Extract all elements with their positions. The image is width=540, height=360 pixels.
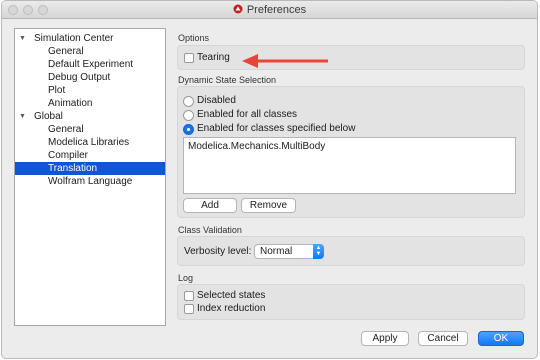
- tree-item-label: Modelica Libraries: [48, 137, 130, 148]
- tree-item-label: Plot: [48, 85, 66, 96]
- disclosure-triangle-icon[interactable]: ▼: [19, 110, 26, 123]
- tree-item-label: Global: [34, 111, 63, 122]
- radio-enabled-specified-label: Enabled for classes specified below: [197, 123, 356, 134]
- tree-item-compiler[interactable]: Compiler: [15, 149, 165, 162]
- radio-disabled[interactable]: [183, 96, 194, 107]
- preferences-window: Preferences ▼ Simulation Center General …: [1, 0, 538, 359]
- ok-button[interactable]: OK: [478, 331, 524, 346]
- log-section-label: Log: [178, 273, 194, 283]
- tree-item-default-experiment[interactable]: Default Experiment: [15, 58, 165, 71]
- tree-item-modelica-libraries[interactable]: Modelica Libraries: [15, 136, 165, 149]
- verbosity-value: Normal: [260, 246, 293, 257]
- tree-item-label: Default Experiment: [48, 59, 134, 70]
- tearing-checkbox[interactable]: [184, 53, 194, 63]
- cancel-button[interactable]: Cancel: [418, 331, 468, 346]
- class-validation-section-label: Class Validation: [178, 225, 242, 235]
- tree-item-sim-general[interactable]: General: [15, 45, 165, 58]
- annotation-arrow-icon: [242, 54, 328, 68]
- preferences-tree[interactable]: ▼ Simulation Center General Default Expe…: [14, 28, 166, 326]
- tree-item-label: General: [48, 46, 84, 57]
- tearing-label: Tearing: [197, 52, 230, 63]
- selected-states-label: Selected states: [197, 290, 266, 301]
- window-title: Preferences: [246, 4, 307, 16]
- tree-item-simulation-center[interactable]: ▼ Simulation Center: [15, 32, 165, 45]
- tree-item-plot[interactable]: Plot: [15, 84, 165, 97]
- index-reduction-label: Index reduction: [197, 303, 266, 314]
- tree-item-animation[interactable]: Animation: [15, 97, 165, 110]
- apply-button[interactable]: Apply: [361, 331, 409, 346]
- tree-item-translation[interactable]: Translation: [15, 162, 165, 175]
- add-class-button[interactable]: Add: [183, 198, 237, 213]
- radio-disabled-label: Disabled: [197, 95, 236, 106]
- options-section-label: Options: [178, 33, 210, 43]
- radio-enabled-all[interactable]: [183, 110, 194, 121]
- radio-enabled-specified[interactable]: [183, 124, 194, 135]
- selected-states-checkbox[interactable]: [184, 291, 194, 301]
- tree-item-label: General: [48, 124, 84, 135]
- tree-item-label: Compiler: [48, 150, 89, 161]
- tree-item-global[interactable]: ▼ Global: [15, 110, 165, 123]
- index-reduction-checkbox[interactable]: [184, 304, 194, 314]
- tree-item-debug-output[interactable]: Debug Output: [15, 71, 165, 84]
- tree-item-label: Wolfram Language: [48, 176, 133, 187]
- title-bar: Preferences: [2, 1, 537, 19]
- dynamic-state-section-label: Dynamic State Selection: [178, 75, 277, 85]
- tree-item-label: Debug Output: [48, 72, 111, 83]
- app-logo-icon: [233, 4, 243, 14]
- stepper-icon[interactable]: ▲ ▼: [313, 244, 324, 259]
- classes-list[interactable]: Modelica.Mechanics.MultiBody: [183, 137, 516, 194]
- tree-item-label: Animation: [48, 98, 93, 109]
- list-item[interactable]: Modelica.Mechanics.MultiBody: [188, 141, 325, 152]
- verbosity-select[interactable]: Normal ▲ ▼: [254, 244, 324, 259]
- disclosure-triangle-icon[interactable]: ▼: [19, 32, 26, 45]
- tree-item-wolfram-language[interactable]: Wolfram Language: [15, 175, 165, 188]
- remove-class-button[interactable]: Remove: [241, 198, 296, 213]
- tree-item-label: Simulation Center: [34, 33, 114, 44]
- window-title-area: Preferences: [2, 3, 537, 17]
- tree-item-label: Translation: [48, 163, 98, 174]
- tree-item-global-general[interactable]: General: [15, 123, 165, 136]
- radio-enabled-all-label: Enabled for all classes: [197, 109, 298, 120]
- verbosity-label: Verbosity level:: [184, 246, 252, 257]
